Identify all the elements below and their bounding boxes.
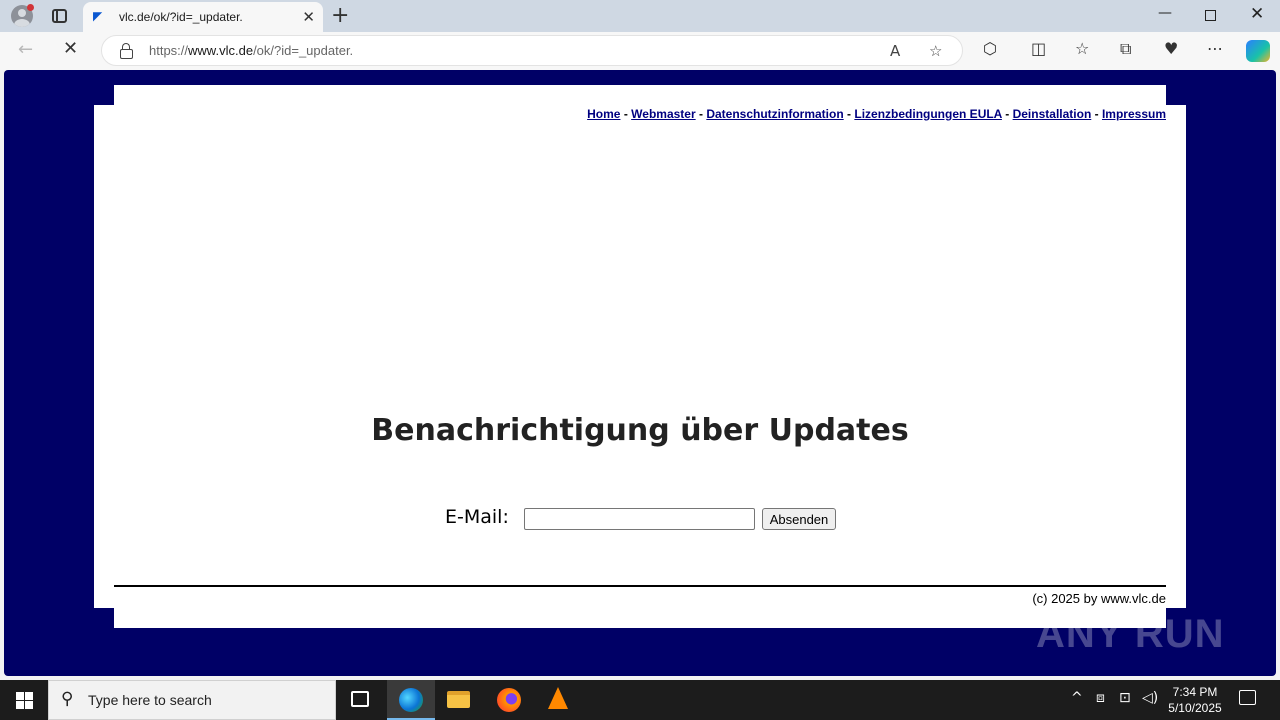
collections-icon[interactable]: ⧉ <box>1120 39 1131 59</box>
favorites-icon[interactable]: ☆ <box>1075 39 1089 58</box>
url-host: www.vlc.de <box>188 43 254 58</box>
clock-time: 7:34 PM <box>1172 685 1218 699</box>
nav-link-deinstallation[interactable]: Deinstallation <box>1013 107 1092 121</box>
search-placeholder: Type here to search <box>88 692 212 708</box>
read-aloud-icon[interactable]: A <box>890 42 900 60</box>
split-screen-icon[interactable]: ◫ <box>1031 39 1046 58</box>
nav-link-impressum[interactable]: Impressum <box>1102 107 1166 121</box>
task-view-icon[interactable] <box>351 691 369 707</box>
tab-title: vlc.de/ok/?id=_updater. <box>119 10 243 24</box>
copyright-text: (c) 2025 by www.vlc.de <box>1032 591 1166 606</box>
lock-icon[interactable] <box>120 43 133 59</box>
volume-icon[interactable]: ◁) <box>1142 690 1158 706</box>
url-prefix: https:// <box>149 43 189 58</box>
taskbar-vlc[interactable] <box>534 680 582 720</box>
search-icon: ⚲ <box>61 689 74 709</box>
taskbar-edge[interactable] <box>387 680 435 720</box>
extensions-icon[interactable]: ⬡ <box>983 39 997 58</box>
browser-tab-bar: ◤ vlc.de/ok/?id=_updater. ✕ + — ✕ <box>0 0 1280 32</box>
taskbar-firefox[interactable] <box>485 680 533 720</box>
tab-actions-icon[interactable] <box>52 9 67 23</box>
close-window-button[interactable]: ✕ <box>1250 4 1264 24</box>
restore-button[interactable] <box>1205 10 1216 21</box>
windows-start-icon[interactable] <box>16 692 33 709</box>
nav-link-eula[interactable]: Lizenzbedingungen EULA <box>854 107 1002 121</box>
email-label: E-Mail: <box>445 506 509 528</box>
page-viewport: Home - Webmaster - Datenschutzinformatio… <box>4 70 1276 676</box>
nav-link-home[interactable]: Home <box>587 107 620 121</box>
address-bar[interactable]: https://www.vlc.de/ok/?id=_updater. A ☆ <box>101 35 963 66</box>
nav-separator: - <box>1005 107 1010 121</box>
nav-link-webmaster[interactable]: Webmaster <box>631 107 695 121</box>
edge-icon <box>399 688 423 712</box>
content-panel-inner <box>114 85 1166 628</box>
folder-icon <box>447 691 470 708</box>
tray-chevron-icon[interactable]: ^ <box>1071 690 1083 706</box>
windows-taskbar: ⚲ Type here to search ^ ⧈ ⊡ ◁) 7:34 PM 5… <box>0 680 1280 720</box>
clock-date: 5/10/2025 <box>1168 701 1222 715</box>
close-tab-icon[interactable]: ✕ <box>302 8 315 26</box>
vlc-favicon-icon: ◤ <box>93 9 103 23</box>
taskbar-file-explorer[interactable] <box>435 680 483 720</box>
notification-icon[interactable] <box>1239 690 1256 705</box>
page-title: Benachrichtigung über Updates <box>371 413 909 448</box>
copilot-icon[interactable] <box>1246 40 1270 62</box>
vlc-icon <box>548 687 568 709</box>
nav-link-datenschutz[interactable]: Datenschutzinformation <box>706 107 843 121</box>
back-arrow-icon[interactable]: ← <box>18 39 33 60</box>
anyrun-watermark: ANY RUN <box>1036 612 1225 656</box>
browser-essentials-icon[interactable]: ♥ <box>1164 39 1178 58</box>
top-navigation: Home - Webmaster - Datenschutzinformatio… <box>587 107 1166 121</box>
nav-separator: - <box>698 107 703 121</box>
browser-tab[interactable]: ◤ vlc.de/ok/?id=_updater. ✕ <box>83 2 323 32</box>
firefox-icon <box>497 688 521 712</box>
taskbar-clock[interactable]: 7:34 PM 5/10/2025 <box>1160 684 1230 716</box>
url-path: /ok/?id=_updater. <box>253 43 354 58</box>
nav-separator: - <box>623 107 628 121</box>
email-field[interactable] <box>524 508 755 530</box>
minimize-button[interactable]: — <box>1158 5 1172 21</box>
taskbar-search[interactable]: ⚲ Type here to search <box>48 680 336 720</box>
url-text[interactable]: https://www.vlc.de/ok/?id=_updater. <box>149 43 353 58</box>
nav-separator: - <box>1094 107 1099 121</box>
profile-notification-dot <box>27 4 34 11</box>
more-menu-icon[interactable]: ⋯ <box>1207 39 1223 58</box>
tray-app-icon[interactable]: ⧈ <box>1096 690 1105 706</box>
footer-divider <box>114 585 1166 587</box>
favorite-star-icon[interactable]: ☆ <box>929 42 942 60</box>
network-icon[interactable]: ⊡ <box>1119 690 1131 706</box>
submit-button[interactable]: Absenden <box>762 508 836 530</box>
new-tab-button[interactable]: + <box>331 3 349 28</box>
nav-separator: - <box>847 107 852 121</box>
stop-loading-icon[interactable]: ✕ <box>63 38 78 59</box>
